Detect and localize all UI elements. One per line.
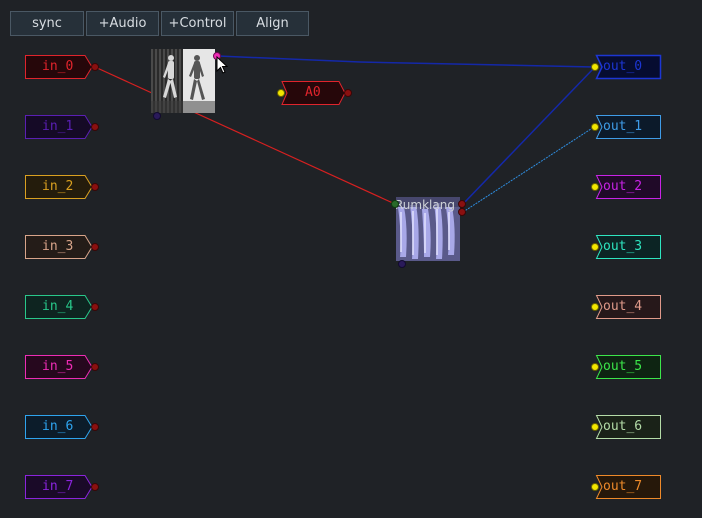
- output-connector-dot[interactable]: [91, 303, 99, 311]
- align-button[interactable]: Align: [236, 11, 309, 36]
- input-connector-dot[interactable]: [591, 243, 599, 251]
- input-port-3[interactable]: in_3: [25, 235, 99, 259]
- output-port-6[interactable]: out_6: [591, 415, 663, 439]
- output-connector-dot[interactable]: [91, 123, 99, 131]
- output-label: out_7: [603, 479, 643, 494]
- output-connector-dot[interactable]: [91, 363, 99, 371]
- bottom-connector-dot[interactable]: [398, 260, 406, 268]
- input-label: in_4: [42, 299, 74, 314]
- input-connector-dot[interactable]: [591, 183, 599, 191]
- output-connector-dot[interactable]: [91, 483, 99, 491]
- wire-rumklang-to-out1: [462, 126, 595, 213]
- input-connector-dot[interactable]: [591, 363, 599, 371]
- output-port-5[interactable]: out_5: [591, 355, 663, 379]
- wire-rumklang-to-out0: [462, 67, 595, 205]
- output-port-7[interactable]: out_7: [591, 475, 663, 499]
- output-label: out_0: [603, 59, 643, 74]
- output-connector-dot[interactable]: [91, 183, 99, 191]
- output-connector-dot-upper[interactable]: [458, 200, 466, 208]
- add-audio-button[interactable]: +Audio: [86, 11, 159, 36]
- input-connector-dot[interactable]: [591, 483, 599, 491]
- input-port-1[interactable]: in_1: [25, 115, 99, 139]
- input-label: in_5: [42, 359, 74, 374]
- output-label: out_4: [603, 299, 643, 314]
- output-label: out_3: [603, 239, 643, 254]
- input-label: in_1: [42, 119, 74, 134]
- control-node-a0[interactable]: A0: [277, 81, 353, 105]
- output-port-4[interactable]: out_4: [591, 295, 663, 319]
- input-label: in_6: [42, 419, 74, 434]
- output-connector-dot[interactable]: [91, 423, 99, 431]
- output-port-2[interactable]: out_2: [591, 175, 663, 199]
- output-connector-dot[interactable]: [91, 63, 99, 71]
- walking-figure-thumbnail: [151, 49, 215, 113]
- mouse-cursor-icon: [216, 56, 229, 74]
- output-port-1[interactable]: out_1: [591, 115, 663, 139]
- input-port-7[interactable]: in_7: [25, 475, 99, 499]
- input-label: in_2: [42, 179, 74, 194]
- input-port-4[interactable]: in_4: [25, 295, 99, 319]
- sync-button[interactable]: sync: [10, 11, 84, 36]
- input-port-5[interactable]: in_5: [25, 355, 99, 379]
- input-connector-dot[interactable]: [591, 123, 599, 131]
- input-label: in_0: [42, 59, 74, 74]
- control-node-label: A0: [305, 85, 321, 100]
- input-port-0[interactable]: in_0: [25, 55, 99, 79]
- output-port-3[interactable]: out_3: [591, 235, 663, 259]
- add-control-button[interactable]: +Control: [161, 11, 234, 36]
- output-connector-dot[interactable]: [91, 243, 99, 251]
- bottom-connector-dot[interactable]: [153, 112, 161, 120]
- video-node[interactable]: [151, 49, 221, 120]
- output-connector-dot-lower[interactable]: [458, 208, 466, 216]
- output-label: out_1: [603, 119, 643, 134]
- input-label: in_7: [42, 479, 74, 494]
- output-label: out_2: [603, 179, 643, 194]
- output-label: out_5: [603, 359, 643, 374]
- input-connector-dot[interactable]: [591, 303, 599, 311]
- input-connector-dot[interactable]: [277, 89, 285, 97]
- output-label: out_6: [603, 419, 643, 434]
- output-port-0[interactable]: out_0: [591, 54, 663, 80]
- output-connector-dot[interactable]: [344, 89, 352, 97]
- input-port-6[interactable]: in_6: [25, 415, 99, 439]
- toolbar: sync +Audio +Control Align: [10, 11, 311, 38]
- input-connector-dot[interactable]: [591, 63, 599, 71]
- input-connector-dot[interactable]: [591, 423, 599, 431]
- wire-walker-to-out0: [217, 55, 595, 68]
- input-port-2[interactable]: in_2: [25, 175, 99, 199]
- input-label: in_3: [42, 239, 74, 254]
- rumklang-effect-node[interactable]: Rumklang: [391, 197, 466, 268]
- rumklang-title: Rumklang: [395, 198, 455, 212]
- input-connector-dot[interactable]: [391, 200, 399, 208]
